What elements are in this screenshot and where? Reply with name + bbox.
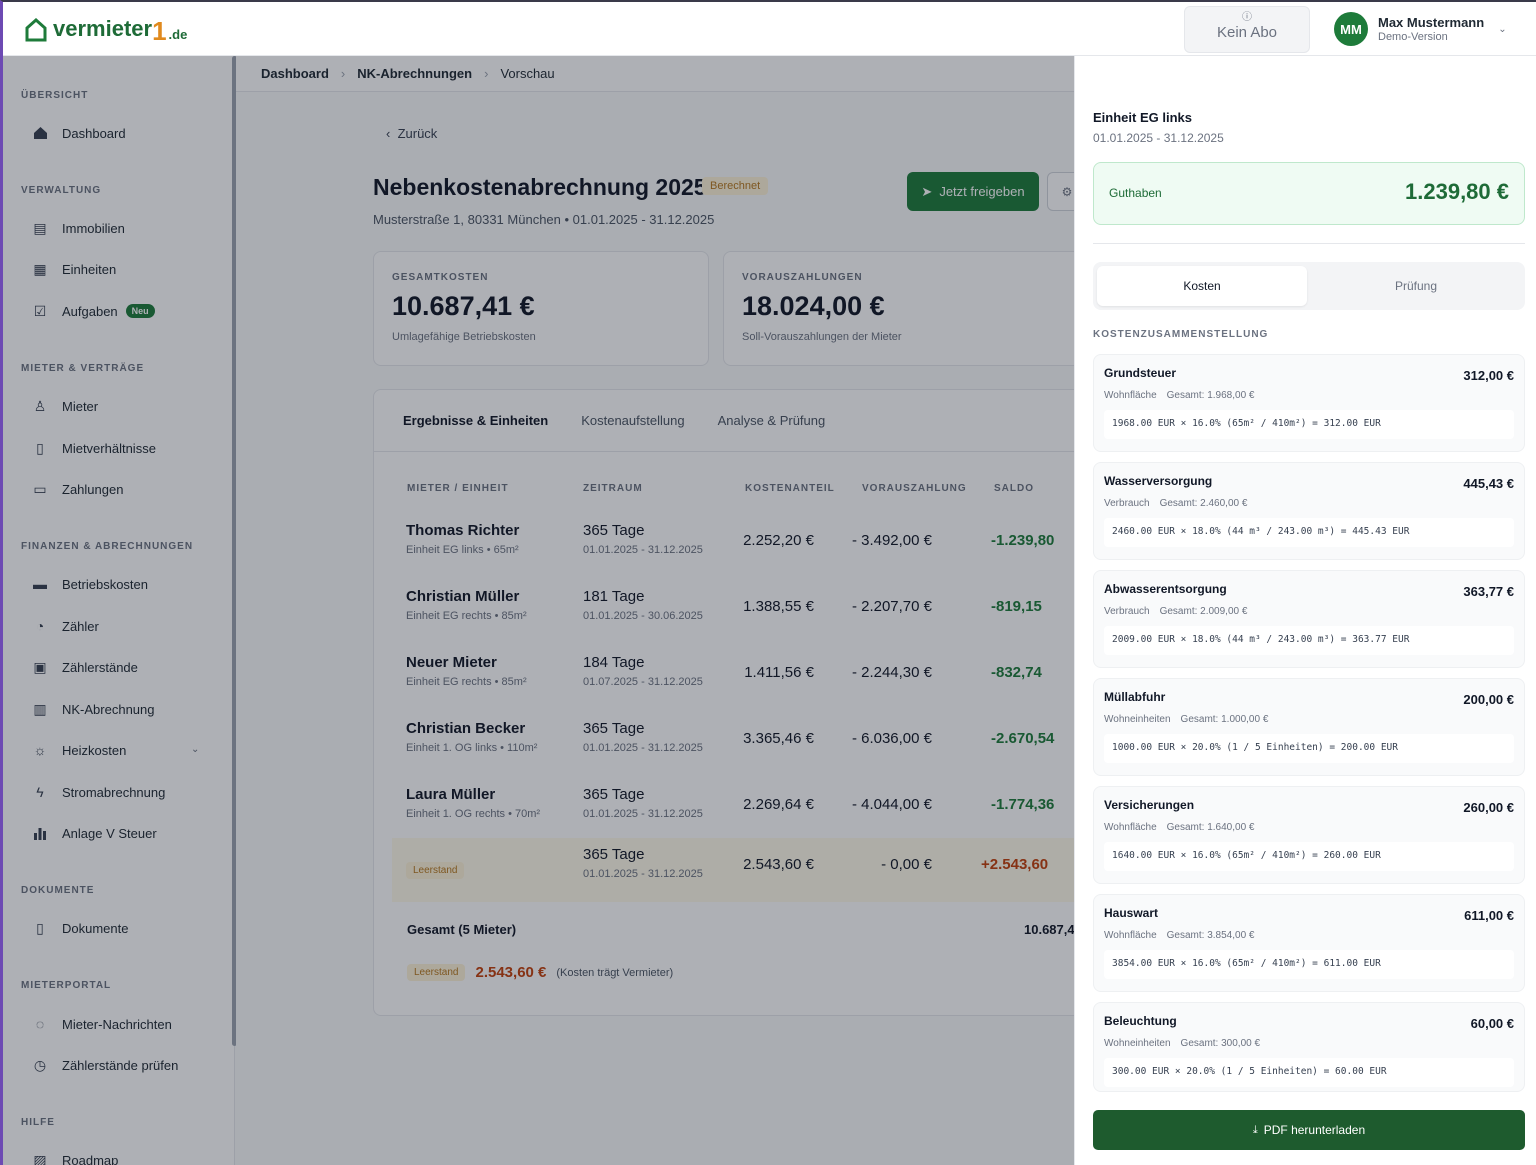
cost-key: Wohneinheiten [1104, 1038, 1171, 1049]
download-icon: ⤓ [1252, 1123, 1258, 1136]
user-menu[interactable]: MM Max Mustermann Demo-Version ⌄ [1334, 12, 1507, 46]
cost-name: Beleuchtung [1104, 1014, 1177, 1028]
balance-card: Guthaben 1.239,80 € [1093, 162, 1525, 225]
cost-key: Wohneinheiten [1104, 714, 1171, 725]
cost-key: Verbrauch [1104, 606, 1150, 617]
logo[interactable]: vermieter 1 .de [25, 16, 188, 46]
cost-section-title: KOSTENZUSAMMENSTELLUNG [1093, 329, 1269, 340]
cost-name: Abwasserentsorgung [1104, 582, 1227, 596]
cost-value: 60,00 € [1470, 1016, 1514, 1031]
cost-total: Gesamt: 1.968,00 € [1166, 390, 1255, 401]
cost-meta: Verbrauch Gesamt: 2.009,00 € [1104, 606, 1257, 617]
tab-kosten[interactable]: Kosten [1097, 266, 1307, 306]
cost-formula: 1640.00 EUR × 16.0% (65m² / 410m²) = 260… [1104, 842, 1514, 871]
cost-meta: Wohnfläche Gesamt: 1.640,00 € [1104, 822, 1264, 833]
logo-text: vermieter [53, 16, 153, 41]
cost-key: Wohnfläche [1104, 390, 1157, 401]
cost-value: 200,00 € [1463, 692, 1514, 707]
subscription-button[interactable]: ⓘ Kein Abo [1184, 6, 1310, 53]
cost-name: Wasserversorgung [1104, 474, 1213, 488]
cost-key: Verbrauch [1104, 498, 1150, 509]
cost-formula: 3854.00 EUR × 16.0% (65m² / 410m²) = 611… [1104, 950, 1514, 979]
cost-item: Hauswart 611,00 € Wohnfläche Gesamt: 3.85… [1093, 894, 1525, 992]
cost-key: Wohnfläche [1104, 930, 1157, 941]
chevron-down-icon: ⌄ [1498, 23, 1507, 35]
pdf-download-button[interactable]: ⤓ PDF herunterladen [1093, 1110, 1525, 1150]
cost-item: Beleuchtung 60,00 € Wohneinheiten Gesamt:… [1093, 1002, 1525, 1092]
cost-name: Hauswart [1104, 906, 1159, 920]
logo-tld: .de [168, 27, 188, 42]
cost-key: Wohnfläche [1104, 822, 1157, 833]
drawer-period: 01.01.2025 - 31.12.2025 [1093, 131, 1224, 145]
divider [1093, 243, 1525, 244]
cost-value: 445,43 € [1463, 476, 1514, 491]
cost-value: 611,00 € [1464, 908, 1514, 923]
cost-item: Wasserversorgung 445,43 € Verbrauch Gesam… [1093, 462, 1525, 560]
cost-formula: 1968.00 EUR × 16.0% (65m² / 410m²) = 312… [1104, 410, 1514, 439]
house-logo-icon [25, 18, 47, 42]
cost-formula: 1000.00 EUR × 20.0% (1 / 5 Einheiten) = … [1104, 734, 1514, 763]
cost-total: Gesamt: 2.460,00 € [1159, 498, 1248, 509]
cost-name: Müllabfuhr [1104, 690, 1166, 704]
unit-detail-drawer: Einheit EG links 01.01.2025 - 31.12.2025… [1074, 56, 1536, 1165]
cost-total: Gesamt: 1.000,00 € [1180, 714, 1269, 725]
cost-item: Müllabfuhr 200,00 € Wohneinheiten Gesamt:… [1093, 678, 1525, 776]
cost-value: 260,00 € [1463, 800, 1514, 815]
segmented-control: Kosten Prüfung [1093, 262, 1525, 310]
modal-backdrop[interactable] [3, 56, 1076, 1165]
cost-value: 312,00 € [1463, 368, 1514, 383]
subscription-label: Kein Abo [1216, 24, 1278, 41]
cost-total: Gesamt: 1.640,00 € [1166, 822, 1255, 833]
avatar: MM [1334, 12, 1368, 46]
cost-total: Gesamt: 2.009,00 € [1159, 606, 1248, 617]
cost-formula: 2460.00 EUR × 18.0% (44 m³ / 243.00 m³) … [1104, 518, 1514, 547]
cost-item: Versicherungen 260,00 € Wohnfläche Gesamt… [1093, 786, 1525, 884]
cost-value: 363,77 € [1463, 584, 1514, 599]
tab-pruefung[interactable]: Prüfung [1311, 266, 1521, 306]
cost-meta: Wohneinheiten Gesamt: 300,00 € [1104, 1038, 1270, 1049]
cost-meta: Wohneinheiten Gesamt: 1.000,00 € [1104, 714, 1278, 725]
drawer-title: Einheit EG links [1093, 110, 1192, 125]
cost-meta: Wohnfläche Gesamt: 1.968,00 € [1104, 390, 1264, 401]
top-bar: vermieter 1 .de ⓘ Kein Abo MM Max Musterma… [3, 2, 1536, 56]
user-subtitle: Demo-Version [1378, 31, 1448, 43]
cost-formula: 300.00 EUR × 20.0% (1 / 5 Einheiten) = 6… [1104, 1058, 1514, 1087]
cost-formula: 2009.00 EUR × 18.0% (44 m³ / 243.00 m³) … [1104, 626, 1514, 655]
balance-value: 1.239,80 € [1405, 179, 1509, 204]
cost-meta: Wohnfläche Gesamt: 3.854,00 € [1104, 930, 1264, 941]
cost-name: Versicherungen [1104, 798, 1195, 812]
cost-total: Gesamt: 3.854,00 € [1166, 930, 1255, 941]
logo-number: 1 [152, 16, 167, 46]
info-icon: ⓘ [1242, 12, 1252, 23]
balance-label: Guthaben [1109, 186, 1162, 200]
cost-item: Grundsteuer 312,00 € Wohnfläche Gesamt: 1… [1093, 354, 1525, 452]
cost-name: Grundsteuer [1104, 366, 1177, 380]
cost-meta: Verbrauch Gesamt: 2.460,00 € [1104, 498, 1257, 509]
pdf-download-label: PDF herunterladen [1263, 1123, 1366, 1137]
cost-item: Abwasserentsorgung 363,77 € Verbrauch Ges… [1093, 570, 1525, 668]
cost-total: Gesamt: 300,00 € [1180, 1038, 1261, 1049]
user-name: Max Mustermann [1378, 15, 1485, 30]
